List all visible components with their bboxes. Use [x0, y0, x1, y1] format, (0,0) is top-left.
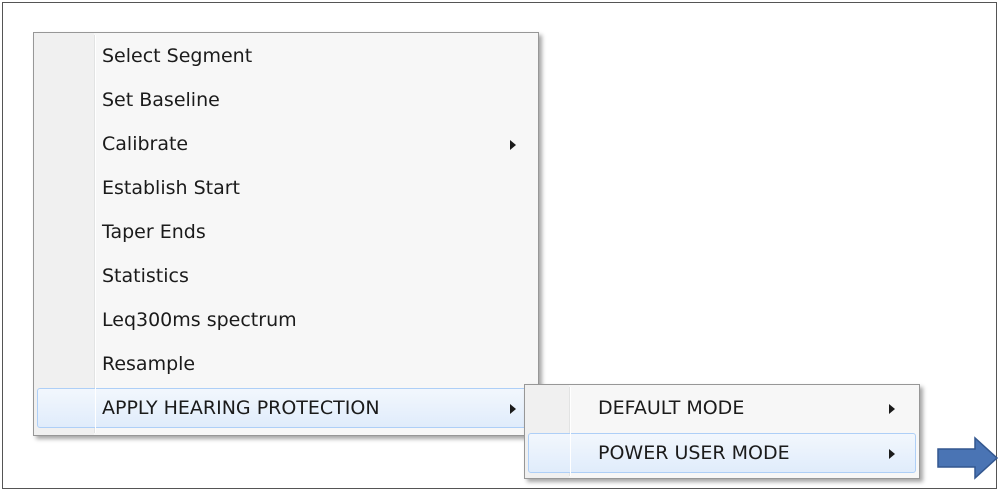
menu-item-statistics[interactable]: Statistics — [37, 256, 535, 296]
menu-item-label: Resample — [102, 353, 196, 375]
menu-item-label: Set Baseline — [102, 89, 220, 111]
menu-item-label: Taper Ends — [102, 221, 206, 243]
menu-item-label: Select Segment — [102, 45, 253, 67]
context-menu: Select Segment Set Baseline Calibrate Es… — [33, 32, 539, 436]
menu-item-power-user-mode[interactable]: POWER USER MODE — [528, 433, 916, 473]
menu-item-label: DEFAULT MODE — [598, 397, 745, 419]
menu-item-taper-ends[interactable]: Taper Ends — [37, 212, 535, 252]
menu-item-label: POWER USER MODE — [598, 442, 790, 464]
menu-item-select-segment[interactable]: Select Segment — [37, 36, 535, 76]
chevron-right-icon — [887, 389, 897, 427]
menu-item-label: APPLY HEARING PROTECTION — [102, 397, 380, 419]
menu-item-establish-start[interactable]: Establish Start — [37, 168, 535, 208]
menu-item-apply-hearing-protection[interactable]: APPLY HEARING PROTECTION — [37, 388, 535, 428]
menu-item-default-mode[interactable]: DEFAULT MODE — [528, 388, 916, 428]
menu-item-calibrate[interactable]: Calibrate — [37, 124, 535, 164]
menu-item-set-baseline[interactable]: Set Baseline — [37, 80, 535, 120]
right-arrow-icon — [937, 436, 999, 480]
chevron-right-icon — [887, 434, 897, 472]
chevron-right-icon — [508, 389, 518, 427]
menu-item-label: Calibrate — [102, 133, 189, 155]
menu-item-label: Establish Start — [102, 177, 241, 199]
submenu-hearing-protection: DEFAULT MODE POWER USER MODE — [524, 384, 920, 479]
menu-item-leq300ms-spectrum[interactable]: Leq300ms spectrum — [37, 300, 535, 340]
menu-item-label: Statistics — [102, 265, 189, 287]
screenshot-frame: Select Segment Set Baseline Calibrate Es… — [2, 2, 999, 489]
menu-item-label: Leq300ms spectrum — [102, 309, 297, 331]
chevron-right-icon — [508, 125, 518, 163]
menu-item-resample[interactable]: Resample — [37, 344, 535, 384]
